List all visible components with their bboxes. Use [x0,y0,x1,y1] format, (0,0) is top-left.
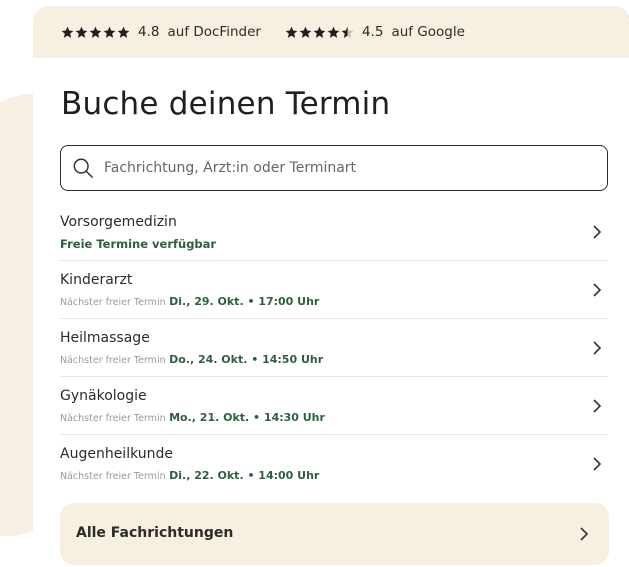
availability-text: Freie Termine verfügbar [60,237,216,251]
specialty-name: Augenheilkunde [60,446,174,462]
all-specialties-button[interactable]: Alle Fachrichtungen [60,503,609,565]
specialty-list: Vorsorgemedizin Freie Termine verfügbar … [60,203,608,493]
next-appointment-label: Nächster freier Termin [60,355,166,366]
list-item-kinderarzt[interactable]: Kinderarzt Nächster freier Termin Di., 2… [60,261,608,319]
page-title: Buche deinen Termin [61,86,391,122]
availability-text: Nächster freier Termin Di., 22. Okt. • 1… [60,469,319,482]
ratings-bar: 4.8 auf DocFinder 4.5 auf Google [33,6,629,58]
star-icon [313,26,326,38]
star-icon [117,26,130,38]
list-item-augenheilkunde[interactable]: Augenheilkunde Nächster freier Termin Di… [60,435,608,493]
rating-source: auf DocFinder [167,24,261,40]
search-icon [73,158,93,178]
next-appointment-label: Nächster freier Termin [60,471,166,482]
availability-status: Freie Termine verfügbar [60,237,217,251]
rating-source: auf Google [391,24,465,40]
star-icon [75,26,88,38]
availability-text: Nächster freier Termin Di., 29. Okt. • 1… [60,295,319,308]
specialty-name: Vorsorgemedizin [60,214,177,230]
star-rating-icon [285,26,354,39]
search-input[interactable] [102,159,586,177]
rating-value: 4.5 [361,24,384,40]
availability-text: Nächster freier Termin Mo., 21. Okt. • 1… [60,411,325,424]
next-appointment-date: Di., 22. Okt. • 14:00 Uhr [169,469,320,482]
star-icon [285,26,298,38]
list-item-gynaekologie[interactable]: Gynäkologie Nächster freier Termin Mo., … [60,377,608,435]
booking-card: 4.8 auf DocFinder 4.5 auf Google Buche d… [33,6,629,567]
star-icon [103,26,116,38]
star-icon [89,26,102,38]
chevron-right-icon [580,527,589,541]
list-item-heilmassage[interactable]: Heilmassage Nächster freier Termin Do., … [60,319,608,377]
next-appointment-date: Do., 24. Okt. • 14:50 Uhr [169,353,324,366]
chevron-right-icon [593,399,602,413]
half-star-icon [341,26,354,38]
next-appointment-label: Nächster freier Termin [60,297,166,308]
star-icon [327,26,340,38]
star-icon [299,26,312,38]
star-icon [61,26,74,38]
rating-google: 4.5 auf Google [285,24,465,40]
next-appointment-label: Nächster freier Termin [60,413,166,424]
all-specialties-label: Alle Fachrichtungen [76,525,234,541]
list-item-vorsorgemedizin[interactable]: Vorsorgemedizin Freie Termine verfügbar [60,203,608,261]
specialty-name: Kinderarzt [60,272,133,288]
star-rating-icon [61,26,130,39]
specialty-name: Gynäkologie [60,388,147,404]
chevron-right-icon [593,225,602,239]
chevron-right-icon [593,457,602,471]
next-appointment-date: Di., 29. Okt. • 17:00 Uhr [169,295,320,308]
page: 4.8 auf DocFinder 4.5 auf Google Buche d… [0,0,629,567]
specialty-name: Heilmassage [60,330,150,346]
next-appointment-date: Mo., 21. Okt. • 14:30 Uhr [169,411,325,424]
rating-docfinder: 4.8 auf DocFinder [61,24,261,40]
chevron-right-icon [593,283,602,297]
rating-value: 4.8 [138,24,160,40]
chevron-right-icon [593,341,602,355]
search-box[interactable] [60,145,608,191]
availability-text: Nächster freier Termin Do., 24. Okt. • 1… [60,353,323,366]
